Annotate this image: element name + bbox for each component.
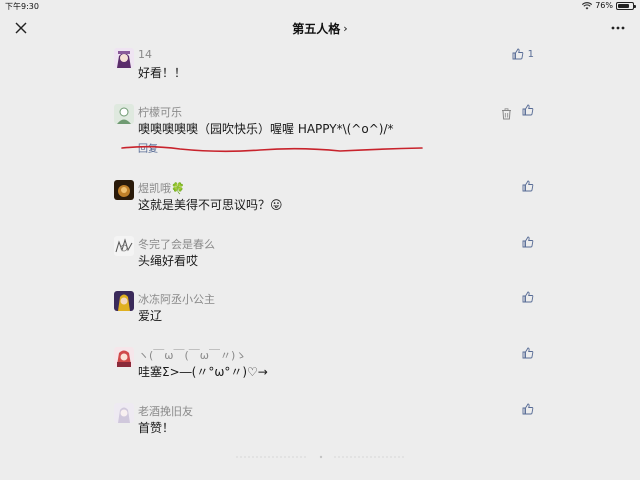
comment-author[interactable]: 柠檬可乐 [138, 104, 182, 120]
status-bar: 下午9:30 76% [0, 0, 640, 13]
battery-icon [616, 1, 636, 10]
wifi-icon [582, 1, 593, 9]
status-time: 下午9:30 [5, 2, 39, 11]
thumbs-up-icon [522, 180, 534, 192]
delete-button[interactable] [501, 105, 512, 124]
close-icon [15, 22, 27, 34]
avatar[interactable] [114, 180, 134, 200]
battery-percent: 76% [595, 1, 613, 10]
more-button[interactable] [610, 21, 626, 35]
nav-bar: 第五人格 › [0, 13, 640, 44]
thumbs-up-icon [522, 236, 534, 248]
comment-text: 头绳好看哎 [138, 254, 199, 268]
comment-author[interactable]: ヽ(￣ω￣(￣ω￣〃)ゝ [138, 347, 246, 363]
comment-author[interactable]: 煜凯哦🍀 [138, 180, 185, 196]
comment-author[interactable]: 老酒挽旧友 [138, 403, 193, 419]
comment-author[interactable]: 冰冻阿丞小公主 [138, 291, 215, 307]
status-right: 76% [582, 1, 636, 10]
close-button[interactable] [12, 19, 30, 37]
trash-icon [502, 108, 511, 120]
comment-text: 首赞！ [138, 421, 175, 435]
page-title-button[interactable]: 第五人格 › [292, 20, 347, 37]
thumbs-up-icon [522, 347, 534, 359]
thumbs-up-icon [522, 104, 534, 116]
comment-author[interactable]: 14 [138, 48, 152, 61]
avatar[interactable] [114, 347, 134, 367]
avatar[interactable] [114, 403, 134, 423]
like-button[interactable] [522, 236, 534, 248]
like-button[interactable] [522, 347, 534, 359]
avatar[interactable] [114, 236, 134, 256]
page-title: 第五人格 [292, 22, 341, 36]
like-button[interactable]: 1 [512, 48, 534, 60]
avatar[interactable] [114, 104, 134, 124]
reply-link[interactable]: 回复 [138, 140, 158, 155]
more-icon [611, 26, 625, 30]
like-button[interactable] [522, 180, 534, 192]
like-button[interactable] [522, 104, 534, 116]
chevron-right-icon: › [343, 22, 348, 35]
avatar[interactable] [114, 291, 134, 311]
comment-text: 这就是美得不可思议吗？😛 [138, 198, 283, 212]
comment-text: 噢噢噢噢噢（园吹快乐）喔喔 HAPPY*\(^o^)/* [138, 122, 394, 136]
like-button[interactable] [522, 403, 534, 415]
like-count: 1 [527, 48, 534, 60]
avatar[interactable] [114, 48, 134, 68]
comment-text: 爱辽 [138, 309, 163, 323]
thumbs-up-icon [522, 403, 534, 415]
comment-text: 哇塞Σ>―(〃°ω°〃)♡→ [138, 365, 268, 379]
end-of-list-divider [236, 455, 406, 459]
red-underline-annotation [121, 145, 423, 153]
comment-author[interactable]: 冬完了会是春么 [138, 236, 215, 252]
thumbs-up-icon [512, 48, 523, 60]
thumbs-up-icon [522, 291, 534, 303]
like-button[interactable] [522, 291, 534, 303]
comment-text: 好看！！ [138, 66, 187, 80]
